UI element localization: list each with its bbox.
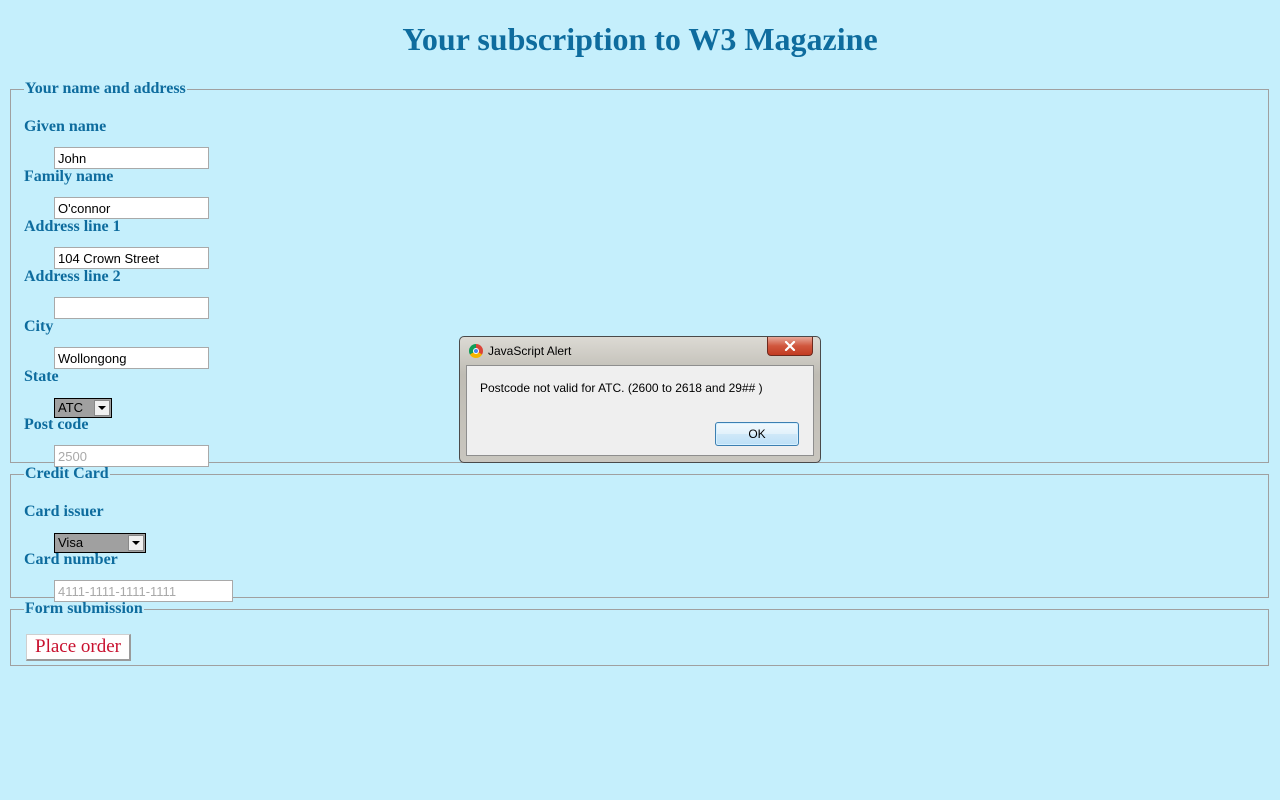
credit-card-legend: Credit Card: [25, 465, 109, 482]
card-issuer-select[interactable]: Visa: [54, 533, 146, 553]
state-select-value: ATC: [58, 400, 84, 415]
ok-button[interactable]: OK: [715, 422, 799, 446]
post-code-input[interactable]: [54, 445, 209, 467]
close-icon: [784, 341, 796, 351]
alert-titlebar[interactable]: JavaScript Alert: [460, 337, 820, 365]
form-submission-fieldset: Form submission Place order: [10, 600, 1269, 666]
place-order-button[interactable]: Place order: [26, 634, 131, 661]
address-line-1-input[interactable]: [54, 247, 209, 269]
given-name-input[interactable]: [54, 147, 209, 169]
card-number-input[interactable]: [54, 580, 233, 602]
close-button[interactable]: [767, 337, 813, 356]
address-line-2-label: Address line 2: [24, 268, 121, 285]
address-line-2-input[interactable]: [54, 297, 209, 319]
family-name-input[interactable]: [54, 197, 209, 219]
state-label: State: [24, 368, 59, 385]
chrome-icon: [469, 344, 483, 358]
state-select[interactable]: ATC: [54, 398, 112, 418]
alert-message: Postcode not valid for ATC. (2600 to 261…: [480, 381, 763, 395]
page: Your subscription to W3 Magazine Your na…: [0, 0, 1280, 800]
city-label: City: [24, 318, 54, 335]
alert-body: Postcode not valid for ATC. (2600 to 261…: [466, 365, 814, 456]
address-line-1-label: Address line 1: [24, 218, 121, 235]
family-name-label: Family name: [24, 168, 114, 185]
card-number-label: Card number: [24, 551, 118, 568]
credit-card-fieldset: Credit Card Card issuer Visa Card number: [10, 465, 1269, 602]
chevron-down-icon[interactable]: [94, 400, 110, 416]
form-submission-legend: Form submission: [25, 600, 143, 617]
city-input[interactable]: [54, 347, 209, 369]
given-name-label: Given name: [24, 118, 107, 135]
alert-title: JavaScript Alert: [488, 344, 572, 358]
javascript-alert-dialog: JavaScript Alert Postcode not valid for …: [459, 336, 821, 463]
card-issuer-select-value: Visa: [58, 535, 84, 550]
name-address-legend: Your name and address: [25, 80, 186, 97]
post-code-label: Post code: [24, 416, 89, 433]
card-issuer-label: Card issuer: [24, 503, 104, 520]
page-title: Your subscription to W3 Magazine: [402, 21, 878, 57]
chevron-down-icon[interactable]: [128, 535, 144, 551]
